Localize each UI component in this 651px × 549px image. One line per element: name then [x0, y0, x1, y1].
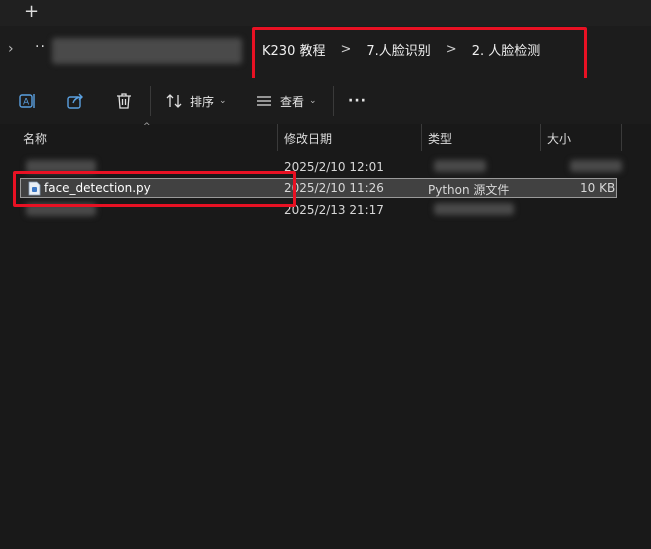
file-modified: 2025/2/10 12:01: [284, 160, 384, 174]
view-icon: [257, 96, 271, 106]
new-tab-button[interactable]: +: [24, 2, 39, 22]
toolbar-divider: [333, 86, 334, 116]
column-header-size[interactable]: 大小: [547, 130, 571, 147]
column-header-modified[interactable]: 修改日期: [284, 130, 332, 147]
file-size: 10 KB: [580, 181, 616, 195]
chevron-down-icon: ⌄: [309, 96, 317, 106]
column-header-name[interactable]: 名称: [23, 130, 47, 147]
highlight-box-file: [13, 171, 296, 207]
file-modified: 2025/2/10 11:26: [284, 181, 384, 195]
svg-text:A: A: [23, 98, 30, 108]
toolbar-divider: [150, 86, 151, 116]
column-header-type[interactable]: 类型: [428, 130, 452, 147]
file-modified: 2025/2/13 21:17: [284, 203, 384, 217]
rename-button[interactable]: A: [18, 88, 38, 114]
share-icon: [67, 93, 83, 109]
chevron-right-icon[interactable]: ›: [8, 41, 14, 57]
redacted-type: [434, 203, 514, 215]
rename-icon: A: [19, 94, 35, 108]
delete-button[interactable]: [114, 88, 134, 114]
chevron-down-icon: ⌄: [219, 96, 227, 106]
column-resize-handle[interactable]: [621, 124, 622, 151]
command-bar: A 排序 ⌄ 查看 ⌄ ···: [0, 78, 651, 125]
more-options-button[interactable]: ···: [348, 88, 367, 114]
sort-button[interactable]: 排序 ⌄: [165, 88, 227, 114]
sort-label: 排序: [190, 94, 215, 109]
column-resize-handle[interactable]: [540, 124, 541, 151]
column-resize-handle[interactable]: [277, 124, 278, 151]
redacted-size: [570, 160, 622, 172]
sort-icon: [166, 94, 182, 108]
redacted-breadcrumb: [52, 38, 242, 64]
breadcrumb-overflow-button[interactable]: ··: [35, 39, 46, 55]
file-type: Python 源文件: [428, 183, 510, 197]
redacted-type: [434, 160, 486, 172]
address-bar[interactable]: › ·· K230 教程 > 7.人脸识别 > 2. 人脸检测: [0, 26, 651, 81]
view-label: 查看: [280, 94, 305, 109]
sort-ascending-icon: ^: [143, 122, 151, 132]
tab-bar: +: [0, 0, 651, 26]
view-button[interactable]: 查看 ⌄: [255, 88, 317, 114]
column-header-row: ^ 名称 修改日期 类型 大小: [0, 122, 651, 151]
delete-icon: [117, 93, 131, 109]
highlight-box-breadcrumb: [252, 27, 587, 81]
column-resize-handle[interactable]: [421, 124, 422, 151]
share-button[interactable]: [66, 88, 86, 114]
more-icon: ···: [348, 93, 367, 109]
